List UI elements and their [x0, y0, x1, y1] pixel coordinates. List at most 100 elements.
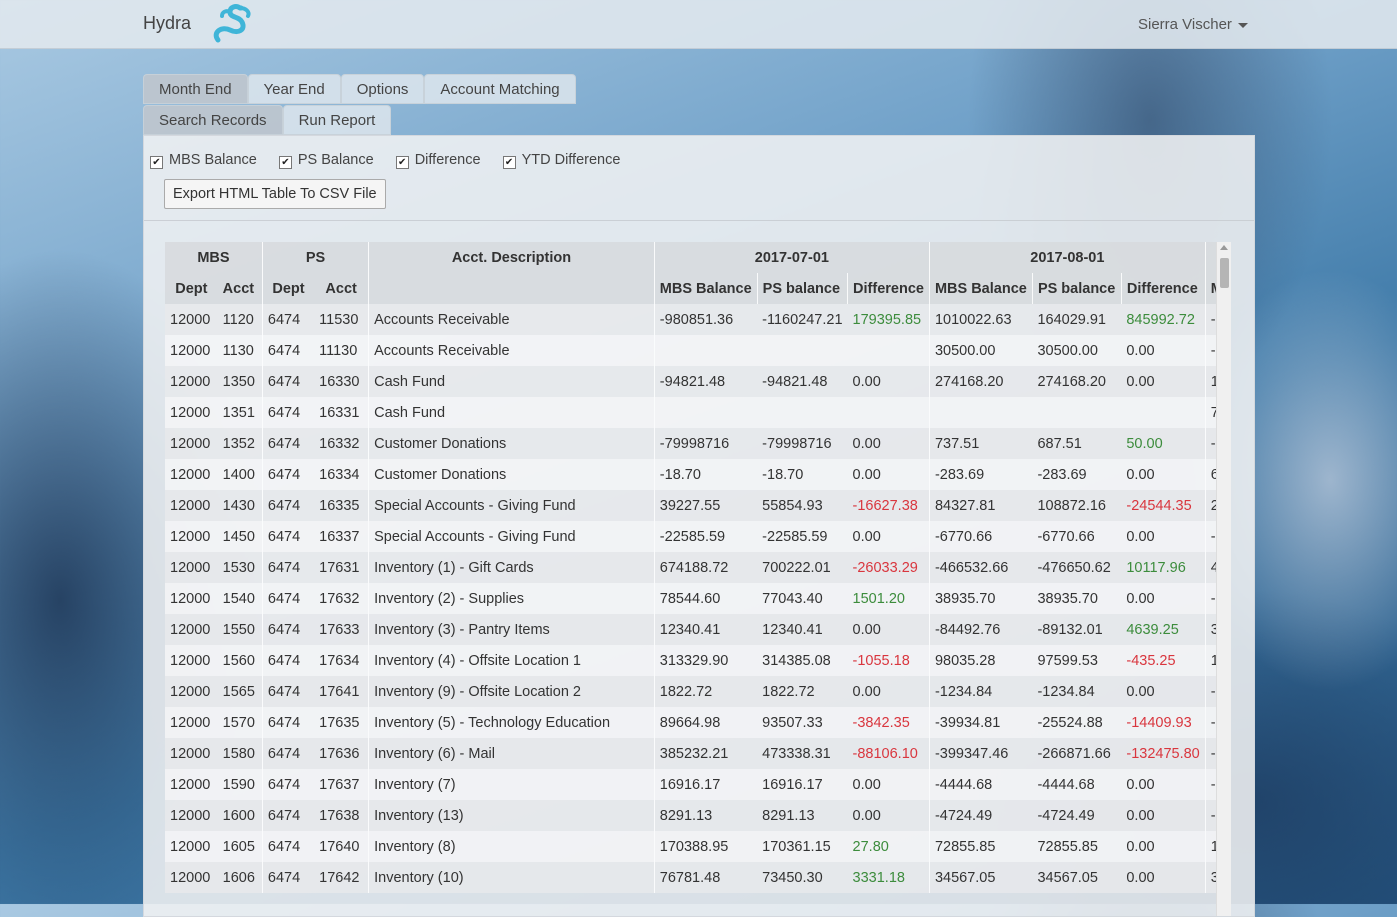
header-ps-dept[interactable]: Dept [261, 273, 315, 304]
cell-difference-1: 0.00 [847, 769, 930, 800]
header-period-1[interactable]: 2017-07-01 [653, 242, 930, 273]
checkbox-checked-icon[interactable]: ✔ [278, 156, 292, 169]
table-row[interactable]: 12000 1606 6474 17642 Inventory (10) 76781.48… [165, 862, 1230, 893]
table-row[interactable]: 12000 1550 6474 17633 Inventory (3) - Pantry… [165, 614, 1230, 645]
header-period-2[interactable]: 2017-08-01 [928, 242, 1206, 273]
cell-mbs-acct: 1580 [217, 738, 263, 769]
cell-mbs-acct: 1350 [217, 366, 263, 397]
cell-mbs-balance-2: -6770.66 [928, 521, 1033, 552]
cell-description: Inventory (13) [368, 800, 655, 831]
cell-mbs-balance-1: 674188.72 [653, 552, 758, 583]
tab-run-report[interactable]: Run Report [282, 105, 392, 135]
cell-ps-balance-1: 93507.33 [757, 707, 848, 738]
table-row[interactable]: 12000 1350 6474 16330 Cash Fund -94821.48 -948… [165, 366, 1230, 397]
table-row[interactable]: 12000 1450 6474 16337 Special Accounts - Giv… [165, 521, 1230, 552]
option-label: MBS Balance [169, 152, 257, 168]
header-ps-balance-1[interactable]: PS balance [756, 273, 848, 304]
cell-mbs-dept: 12000 [165, 676, 218, 707]
cell-difference-1: 179395.85 [847, 304, 930, 335]
cell-mbs-dept: 12000 [165, 459, 218, 490]
table-row[interactable]: 12000 1130 6474 11130 Accounts Receivable 305… [165, 335, 1230, 366]
cell-mbs-balance-1: 39227.55 [653, 490, 758, 521]
scrollbar-thumb[interactable] [1220, 258, 1229, 288]
tab-search-records[interactable]: Search Records [143, 105, 283, 135]
table-row[interactable]: 12000 1540 6474 17632 Inventory (2) - Suppli… [165, 583, 1230, 614]
checkbox-checked-icon[interactable]: ✔ [150, 156, 163, 169]
cell-difference-2: -435.25 [1121, 645, 1206, 676]
table-row[interactable]: 12000 1430 6474 16335 Special Accounts - Giv… [165, 490, 1230, 521]
cell-ps-acct: 17635 [314, 707, 369, 738]
table-row[interactable]: 12000 1400 6474 16334 Customer Donations -18.… [165, 459, 1230, 490]
cell-mbs-dept: 12000 [165, 335, 218, 366]
cell-ps-balance-2: 108872.16 [1032, 490, 1122, 521]
cell-description: Inventory (3) - Pantry Items [368, 614, 655, 645]
export-csv-button[interactable]: Export HTML Table To CSV File [164, 179, 386, 209]
cell-difference-2: -24544.35 [1121, 490, 1206, 521]
brand-name[interactable]: Hydra [143, 13, 191, 34]
cell-ps-dept: 6474 [261, 459, 315, 490]
cell-description: Inventory (9) - Offsite Location 2 [368, 676, 655, 707]
cell-ps-dept: 6474 [261, 831, 315, 862]
cell-mbs-dept: 12000 [165, 428, 218, 459]
cell-description: Cash Fund [368, 366, 655, 397]
table-row[interactable]: 12000 1605 6474 17640 Inventory (8) 170388.95… [165, 831, 1230, 862]
header-mbs-dept[interactable]: Dept [165, 273, 218, 304]
cell-description: Inventory (10) [368, 862, 655, 893]
table-row[interactable]: 12000 1352 6474 16332 Customer Donations -799… [165, 428, 1230, 459]
cell-mbs-balance-2: 30500.00 [928, 335, 1033, 366]
checkbox-checked-icon[interactable]: ✔ [395, 156, 409, 169]
table-row[interactable]: 12000 1351 6474 16331 Cash Fund 7 [165, 397, 1230, 428]
cell-ps-balance-1: 700222.01 [757, 552, 848, 583]
table-scrollbar[interactable] [1216, 242, 1231, 916]
cell-ps-acct: 16335 [314, 490, 369, 521]
cell-description: Customer Donations [368, 428, 655, 459]
hydra-logo-icon[interactable] [208, 2, 256, 48]
table-row[interactable]: 12000 1590 6474 17637 Inventory (7) 16916.17 1… [165, 769, 1230, 800]
cell-ps-dept: 6474 [261, 707, 315, 738]
table-row[interactable]: 12000 1565 6474 17641 Inventory (9) - Offsit… [165, 676, 1230, 707]
cell-mbs-balance-1: -18.70 [653, 459, 758, 490]
header-ps-acct[interactable]: Acct [314, 273, 369, 304]
header-mbs-balance-1[interactable]: MBS Balance [653, 273, 758, 304]
header-ps-balance-2[interactable]: PS balance [1031, 273, 1122, 304]
option-difference[interactable]: ✔ Difference [395, 152, 481, 169]
checkbox-checked-icon[interactable]: ✔ [502, 156, 516, 169]
report-table-body: 12000 1120 6474 11530 Accounts Receivable -98… [165, 304, 1230, 893]
header-ps[interactable]: PS [261, 242, 369, 273]
header-difference-2[interactable]: Difference [1120, 273, 1206, 304]
header-description[interactable]: Acct. Description [368, 242, 655, 273]
option-ps-balance[interactable]: ✔ PS Balance [278, 152, 374, 169]
cell-description: Inventory (6) - Mail [368, 738, 655, 769]
table-row[interactable]: 12000 1530 6474 17631 Inventory (1) - Gift C… [165, 552, 1230, 583]
cell-ps-balance-2: -4724.49 [1032, 800, 1122, 831]
user-menu[interactable]: Sierra Vischer [1138, 16, 1248, 33]
scroll-up-arrow-icon[interactable] [1220, 245, 1228, 250]
tab-options[interactable]: Options [340, 74, 425, 104]
header-mbs-acct[interactable]: Acct [217, 273, 263, 304]
option-mbs-balance[interactable]: ✔ MBS Balance [150, 152, 257, 169]
table-row[interactable]: 12000 1120 6474 11530 Accounts Receivable -98… [165, 304, 1230, 335]
option-ytd-difference[interactable]: ✔ YTD Difference [502, 152, 620, 169]
cell-difference-2: 0.00 [1121, 521, 1206, 552]
cell-ps-balance-1: 8291.13 [757, 800, 848, 831]
cell-mbs-balance-1 [653, 397, 758, 428]
cell-ps-balance-1: -18.70 [757, 459, 848, 490]
header-mbs[interactable]: MBS [165, 242, 263, 273]
table-row[interactable]: 12000 1570 6474 17635 Inventory (5) - Techno… [165, 707, 1230, 738]
table-row[interactable]: 12000 1600 6474 17638 Inventory (13) 8291.13 8… [165, 800, 1230, 831]
tab-account-matching[interactable]: Account Matching [424, 74, 576, 104]
report-table-container[interactable]: MBS PS Acct. Description 2017-07-01 2017… [165, 242, 1230, 916]
cell-mbs-balance-2: 72855.85 [928, 831, 1033, 862]
cell-description: Inventory (7) [368, 769, 655, 800]
cell-description: Special Accounts - Giving Fund [368, 490, 655, 521]
header-difference-1[interactable]: Difference [847, 273, 930, 304]
tab-month-end[interactable]: Month End [143, 74, 248, 104]
table-row[interactable]: 12000 1560 6474 17634 Inventory (4) - Offsit… [165, 645, 1230, 676]
header-mbs-balance-2[interactable]: MBS Balance [928, 273, 1033, 304]
cell-mbs-dept: 12000 [165, 645, 218, 676]
table-row[interactable]: 12000 1580 6474 17636 Inventory (6) - Mail 38… [165, 738, 1230, 769]
cell-ps-acct: 11530 [314, 304, 369, 335]
tab-year-end[interactable]: Year End [247, 74, 341, 104]
cell-description: Inventory (1) - Gift Cards [368, 552, 655, 583]
cell-mbs-balance-2: 274168.20 [928, 366, 1033, 397]
